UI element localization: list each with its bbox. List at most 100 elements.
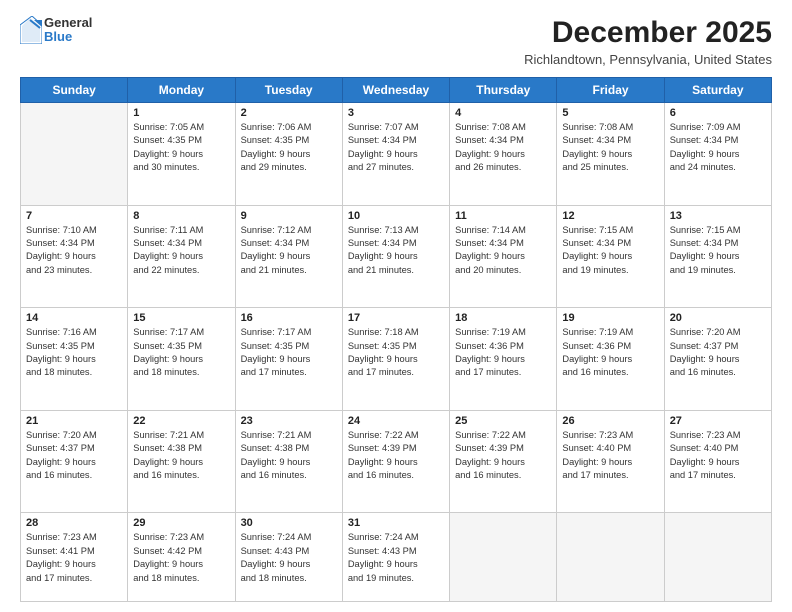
week-row-5: 28Sunrise: 7:23 AM Sunset: 4:41 PM Dayli… — [21, 513, 772, 602]
col-header-wednesday: Wednesday — [342, 78, 449, 103]
day-info: Sunrise: 7:21 AM Sunset: 4:38 PM Dayligh… — [133, 429, 229, 483]
col-header-saturday: Saturday — [664, 78, 771, 103]
day-info: Sunrise: 7:23 AM Sunset: 4:40 PM Dayligh… — [562, 429, 658, 483]
day-cell: 13 Sunrise: 7:15 AM Sunset: 4:34 PM Dayli… — [664, 205, 771, 308]
day-cell: 30 Sunrise: 7:24 AM Sunset: 4:43 PM Dayli… — [235, 513, 342, 602]
day-info: Sunrise: 7:16 AM Sunset: 4:35 PM Dayligh… — [26, 326, 122, 380]
day-info: Sunrise: 7:05 AM Sunset: 4:35 PM Dayligh… — [133, 121, 229, 175]
day-number: 28 — [26, 517, 122, 529]
logo-icon — [20, 16, 42, 44]
day-number: 14 — [26, 312, 122, 324]
day-number: 23 — [241, 415, 337, 427]
day-info: Sunrise: 7:20 AM Sunset: 4:37 PM Dayligh… — [670, 326, 766, 380]
day-number: 7 — [26, 210, 122, 222]
day-number: 8 — [133, 210, 229, 222]
day-number: 19 — [562, 312, 658, 324]
logo-general-text: General — [44, 16, 92, 30]
day-info: Sunrise: 7:08 AM Sunset: 4:34 PM Dayligh… — [562, 121, 658, 175]
day-cell: 6Sunrise: 7:09 AM Sunset: 4:34 PM Daylig… — [664, 103, 771, 206]
logo: General Blue — [20, 16, 92, 45]
day-info: Sunrise: 7:23 AM Sunset: 4:40 PM Dayligh… — [670, 429, 766, 483]
day-info: Sunrise: 7:19 AM Sunset: 4:36 PM Dayligh… — [562, 326, 658, 380]
day-number: 18 — [455, 312, 551, 324]
day-cell — [450, 513, 557, 602]
day-number: 26 — [562, 415, 658, 427]
day-cell: 15Sunrise: 7:17 AM Sunset: 4:35 PM Dayli… — [128, 308, 235, 411]
day-cell: 12 Sunrise: 7:15 AM Sunset: 4:34 PM Dayli… — [557, 205, 664, 308]
day-number: 13 — [670, 210, 766, 222]
day-cell: 28Sunrise: 7:23 AM Sunset: 4:41 PM Dayli… — [21, 513, 128, 602]
day-number: 1 — [133, 107, 229, 119]
day-info: Sunrise: 7:23 AM Sunset: 4:42 PM Dayligh… — [133, 531, 229, 585]
week-row-4: 21 Sunrise: 7:20 AM Sunset: 4:37 PM Dayli… — [21, 410, 772, 513]
col-header-thursday: Thursday — [450, 78, 557, 103]
day-number: 12 — [562, 210, 658, 222]
day-number: 30 — [241, 517, 337, 529]
day-number: 24 — [348, 415, 444, 427]
day-number: 5 — [562, 107, 658, 119]
day-cell: 8 Sunrise: 7:11 AM Sunset: 4:34 PM Daylig… — [128, 205, 235, 308]
day-cell: 7 Sunrise: 7:10 AM Sunset: 4:34 PM Daylig… — [21, 205, 128, 308]
day-info: Sunrise: 7:10 AM Sunset: 4:34 PM Dayligh… — [26, 224, 122, 278]
day-info: Sunrise: 7:14 AM Sunset: 4:34 PM Dayligh… — [455, 224, 551, 278]
day-number: 16 — [241, 312, 337, 324]
day-info: Sunrise: 7:24 AM Sunset: 4:43 PM Dayligh… — [241, 531, 337, 585]
day-info: Sunrise: 7:13 AM Sunset: 4:34 PM Dayligh… — [348, 224, 444, 278]
day-info: Sunrise: 7:18 AM Sunset: 4:35 PM Dayligh… — [348, 326, 444, 380]
day-cell: 5 Sunrise: 7:08 AM Sunset: 4:34 PM Daylig… — [557, 103, 664, 206]
day-info: Sunrise: 7:24 AM Sunset: 4:43 PM Dayligh… — [348, 531, 444, 585]
day-info: Sunrise: 7:06 AM Sunset: 4:35 PM Dayligh… — [241, 121, 337, 175]
day-cell — [557, 513, 664, 602]
day-cell: 26 Sunrise: 7:23 AM Sunset: 4:40 PM Dayli… — [557, 410, 664, 513]
title-block: December 2025 Richlandtown, Pennsylvania… — [524, 16, 772, 67]
day-cell: 10 Sunrise: 7:13 AM Sunset: 4:34 PM Dayli… — [342, 205, 449, 308]
day-cell: 29Sunrise: 7:23 AM Sunset: 4:42 PM Dayli… — [128, 513, 235, 602]
day-info: Sunrise: 7:19 AM Sunset: 4:36 PM Dayligh… — [455, 326, 551, 380]
day-info: Sunrise: 7:07 AM Sunset: 4:34 PM Dayligh… — [348, 121, 444, 175]
day-cell: 2 Sunrise: 7:06 AM Sunset: 4:35 PM Daylig… — [235, 103, 342, 206]
day-info: Sunrise: 7:11 AM Sunset: 4:34 PM Dayligh… — [133, 224, 229, 278]
day-number: 11 — [455, 210, 551, 222]
day-info: Sunrise: 7:17 AM Sunset: 4:35 PM Dayligh… — [241, 326, 337, 380]
day-info: Sunrise: 7:20 AM Sunset: 4:37 PM Dayligh… — [26, 429, 122, 483]
day-number: 25 — [455, 415, 551, 427]
col-header-sunday: Sunday — [21, 78, 128, 103]
day-cell: 18 Sunrise: 7:19 AM Sunset: 4:36 PM Dayli… — [450, 308, 557, 411]
header-row: SundayMondayTuesdayWednesdayThursdayFrid… — [21, 78, 772, 103]
day-info: Sunrise: 7:22 AM Sunset: 4:39 PM Dayligh… — [348, 429, 444, 483]
day-info: Sunrise: 7:15 AM Sunset: 4:34 PM Dayligh… — [670, 224, 766, 278]
day-cell: 22 Sunrise: 7:21 AM Sunset: 4:38 PM Dayli… — [128, 410, 235, 513]
day-cell — [664, 513, 771, 602]
day-cell: 4Sunrise: 7:08 AM Sunset: 4:34 PM Daylig… — [450, 103, 557, 206]
week-row-2: 7 Sunrise: 7:10 AM Sunset: 4:34 PM Daylig… — [21, 205, 772, 308]
calendar-table: SundayMondayTuesdayWednesdayThursdayFrid… — [20, 77, 772, 602]
day-cell: 11 Sunrise: 7:14 AM Sunset: 4:34 PM Dayli… — [450, 205, 557, 308]
week-row-1: 1 Sunrise: 7:05 AM Sunset: 4:35 PM Daylig… — [21, 103, 772, 206]
day-cell: 20Sunrise: 7:20 AM Sunset: 4:37 PM Dayli… — [664, 308, 771, 411]
day-info: Sunrise: 7:15 AM Sunset: 4:34 PM Dayligh… — [562, 224, 658, 278]
week-row-3: 14 Sunrise: 7:16 AM Sunset: 4:35 PM Dayli… — [21, 308, 772, 411]
day-info: Sunrise: 7:17 AM Sunset: 4:35 PM Dayligh… — [133, 326, 229, 380]
day-number: 6 — [670, 107, 766, 119]
day-cell: 9Sunrise: 7:12 AM Sunset: 4:34 PM Daylig… — [235, 205, 342, 308]
day-number: 2 — [241, 107, 337, 119]
col-header-tuesday: Tuesday — [235, 78, 342, 103]
page: General Blue December 2025 Richlandtown,… — [0, 0, 792, 612]
day-cell: 21 Sunrise: 7:20 AM Sunset: 4:37 PM Dayli… — [21, 410, 128, 513]
day-cell: 27 Sunrise: 7:23 AM Sunset: 4:40 PM Dayli… — [664, 410, 771, 513]
day-number: 31 — [348, 517, 444, 529]
main-title: December 2025 — [524, 16, 772, 50]
day-number: 9 — [241, 210, 337, 222]
day-cell: 24 Sunrise: 7:22 AM Sunset: 4:39 PM Dayli… — [342, 410, 449, 513]
day-info: Sunrise: 7:08 AM Sunset: 4:34 PM Dayligh… — [455, 121, 551, 175]
day-number: 21 — [26, 415, 122, 427]
day-number: 17 — [348, 312, 444, 324]
day-number: 10 — [348, 210, 444, 222]
day-cell: 17 Sunrise: 7:18 AM Sunset: 4:35 PM Dayli… — [342, 308, 449, 411]
day-cell: 19 Sunrise: 7:19 AM Sunset: 4:36 PM Dayli… — [557, 308, 664, 411]
day-number: 27 — [670, 415, 766, 427]
day-cell: 25Sunrise: 7:22 AM Sunset: 4:39 PM Dayli… — [450, 410, 557, 513]
col-header-friday: Friday — [557, 78, 664, 103]
day-cell: 14 Sunrise: 7:16 AM Sunset: 4:35 PM Dayli… — [21, 308, 128, 411]
day-number: 22 — [133, 415, 229, 427]
